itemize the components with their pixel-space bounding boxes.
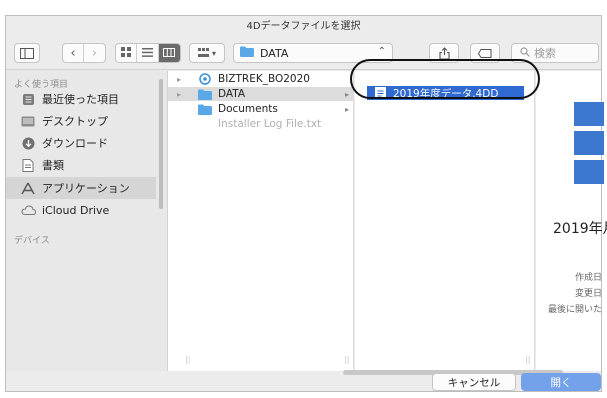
preview-modified-label: 変更日: [574, 289, 602, 299]
sidebar-icon: [20, 47, 34, 59]
share-icon: [438, 46, 450, 60]
tag-icon: [478, 48, 492, 58]
chevron-right-icon: ▸: [344, 89, 349, 99]
sidebar-item-label: アプリケーション: [42, 182, 130, 195]
list-item-biztrek[interactable]: ▸ BIZTREK_BO2020: [168, 72, 353, 86]
browser-column-1: ▸ BIZTREK_BO2020 ▸ DATA ▸ Documents ▸ In…: [168, 71, 354, 371]
cancel-button[interactable]: キャンセル: [432, 373, 516, 391]
preview-last-opened-label: 最後に開いた: [547, 305, 602, 315]
columns-icon: [163, 47, 176, 60]
item-label: Documents: [218, 103, 278, 115]
documents-icon: [20, 157, 36, 173]
sidebar-item-downloads[interactable]: ダウンロード: [6, 132, 156, 154]
sidebar-item-label: 書類: [42, 159, 64, 172]
preview-title: 2019年月: [553, 221, 607, 237]
group-icon: [197, 48, 209, 58]
column-resize-handle[interactable]: ||: [185, 355, 190, 364]
list-view-button[interactable]: [137, 44, 159, 62]
open-button[interactable]: 開く: [521, 373, 601, 391]
sidebar-item-label: 最近使った項目: [42, 93, 119, 106]
forward-button[interactable]: ›: [84, 44, 105, 62]
sidebar-item-label: ダウンロード: [42, 137, 108, 150]
browser-column-2: 2019年度データ.4DD ||: [355, 71, 535, 371]
sidebar-toggle-button[interactable]: [14, 43, 40, 63]
downloads-icon: [20, 135, 36, 151]
recents-icon: [20, 91, 36, 107]
item-label: DATA: [218, 88, 246, 100]
sidebar-item-recents[interactable]: 最近使った項目: [6, 88, 156, 110]
disclosure-triangle-icon[interactable]: ▸: [177, 75, 181, 84]
sidebar-item-desktop[interactable]: デスクトップ: [6, 110, 156, 132]
preview-thumbnail-block: [574, 131, 604, 155]
app-icon: [198, 73, 212, 85]
list-item-installer-log: Installer Log File.txt: [168, 117, 353, 131]
sidebar-item-label: iCloud Drive: [42, 203, 110, 217]
chevron-down-icon: ▾: [211, 48, 216, 58]
blank-icon: [198, 118, 212, 130]
chevron-left-icon: ‹: [70, 45, 76, 61]
disclosure-triangle-icon[interactable]: ▸: [177, 90, 181, 99]
search-placeholder: 検索: [534, 47, 556, 60]
list-item-documents[interactable]: Documents ▸: [168, 102, 353, 116]
column-resize-handle[interactable]: ||: [525, 355, 530, 364]
updown-chevron-icon: ⌃: [377, 46, 386, 57]
annotation-highlight-ring: [350, 59, 540, 99]
sidebar-item-applications[interactable]: アプリケーション: [6, 177, 156, 199]
chevron-right-icon: ▸: [344, 104, 349, 114]
arrange-menu-button[interactable]: ▾: [189, 43, 225, 63]
item-label: BIZTREK_BO2020: [218, 73, 310, 85]
icon-view-button[interactable]: [116, 44, 138, 62]
preview-thumbnail-block: [574, 102, 604, 126]
column-resize-handle[interactable]: ||: [344, 355, 349, 364]
list-icon: [142, 47, 154, 60]
back-button[interactable]: ‹: [63, 44, 85, 62]
sidebar-item-documents[interactable]: 書類: [6, 154, 156, 176]
folder-icon: [198, 103, 212, 115]
preview-thumbnail-block: [574, 160, 604, 184]
search-icon: [520, 46, 530, 60]
location-label: DATA: [260, 46, 289, 60]
desktop-icon: [20, 113, 36, 129]
chevron-right-icon: ›: [91, 45, 98, 61]
grid-icon: [121, 46, 132, 60]
sidebar-item-label: デスクトップ: [42, 115, 108, 128]
sidebar: よく使う項目 最近使った項目 デスクトップ ダウンロード 書類 アプリケーション…: [6, 71, 168, 371]
back-forward-group: ‹ ›: [62, 43, 106, 63]
sidebar-item-icloud-drive[interactable]: iCloud Drive: [6, 199, 156, 221]
view-mode-group: [115, 43, 181, 63]
column-view-button[interactable]: [158, 44, 180, 62]
applications-icon: [20, 180, 36, 196]
folder-icon: [198, 88, 212, 100]
item-label: Installer Log File.txt: [218, 118, 322, 130]
devices-header: デバイス: [14, 236, 50, 246]
cloud-icon: [20, 202, 36, 218]
folder-icon: [240, 46, 254, 60]
preview-created-label: 作成日: [574, 273, 602, 283]
dialog-title: 4Dデータファイルを選択: [246, 21, 361, 32]
sidebar-scrollbar[interactable]: [159, 79, 163, 209]
list-item-data[interactable]: ▸ DATA ▸: [168, 87, 353, 101]
